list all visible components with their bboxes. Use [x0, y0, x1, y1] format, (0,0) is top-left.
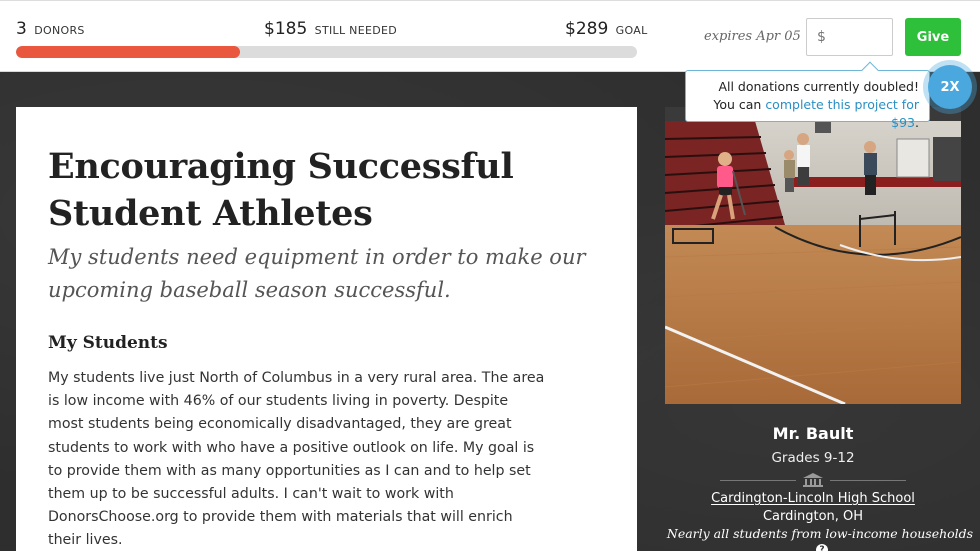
- goal-stat: $289 GOAL: [565, 19, 648, 39]
- match-detail-prefix: You can: [713, 97, 766, 112]
- school-building-icon: [803, 473, 823, 487]
- poverty-note: Nearly all students from low-income hous…: [665, 526, 975, 551]
- goal-label: GOAL: [615, 24, 648, 37]
- expiration-text: expires Apr 05: [704, 29, 801, 44]
- my-students-body: My students live just North of Columbus …: [48, 370, 545, 549]
- match-detail: You can complete this project for $93.: [686, 96, 919, 132]
- project-subtitle: My students need equipment in order to m…: [48, 245, 586, 302]
- divider-left: [720, 480, 796, 481]
- project-card: Encouraging Successful Student Athletes …: [16, 107, 637, 551]
- donors-count: 3: [16, 19, 27, 39]
- school-link[interactable]: Cardington-Lincoln High School: [665, 491, 961, 506]
- donation-amount-input[interactable]: [806, 18, 893, 56]
- double-match-badge[interactable]: 2X: [928, 65, 972, 109]
- progress-track: [16, 46, 637, 58]
- grade-level: Grades 9-12: [771, 450, 855, 466]
- teacher-name[interactable]: Mr. Bault: [665, 424, 961, 443]
- funding-bar: 3 DONORS $185 STILL NEEDED $289 GOAL exp…: [0, 0, 980, 72]
- complete-project-link[interactable]: complete this project for $93: [765, 97, 919, 130]
- give-button[interactable]: Give: [905, 18, 961, 56]
- project-title: Encouraging Successful Student Athletes: [48, 146, 514, 234]
- poverty-note-text: Nearly all students from low-income hous…: [666, 526, 974, 541]
- donors-stat: 3 DONORS: [16, 19, 85, 39]
- progress-fill: [16, 46, 240, 58]
- still-needed-amount: $185: [264, 19, 308, 39]
- match-detail-suffix: .: [915, 115, 919, 130]
- match-offer-tooltip: All donations currently doubled! You can…: [685, 61, 930, 130]
- divider-right: [830, 480, 906, 481]
- still-needed-label: STILL NEEDED: [314, 24, 397, 37]
- match-headline: All donations currently doubled!: [718, 79, 919, 94]
- gym-photo-illustration: [665, 107, 961, 404]
- help-question-icon[interactable]: ?: [816, 543, 828, 551]
- section-heading-my-students: My Students: [48, 333, 168, 353]
- still-needed-stat: $185 STILL NEEDED: [264, 19, 397, 39]
- donors-label: DONORS: [34, 24, 85, 37]
- school-location: Cardington, OH: [762, 509, 864, 524]
- project-photo[interactable]: [665, 107, 961, 404]
- goal-amount: $289: [565, 19, 609, 39]
